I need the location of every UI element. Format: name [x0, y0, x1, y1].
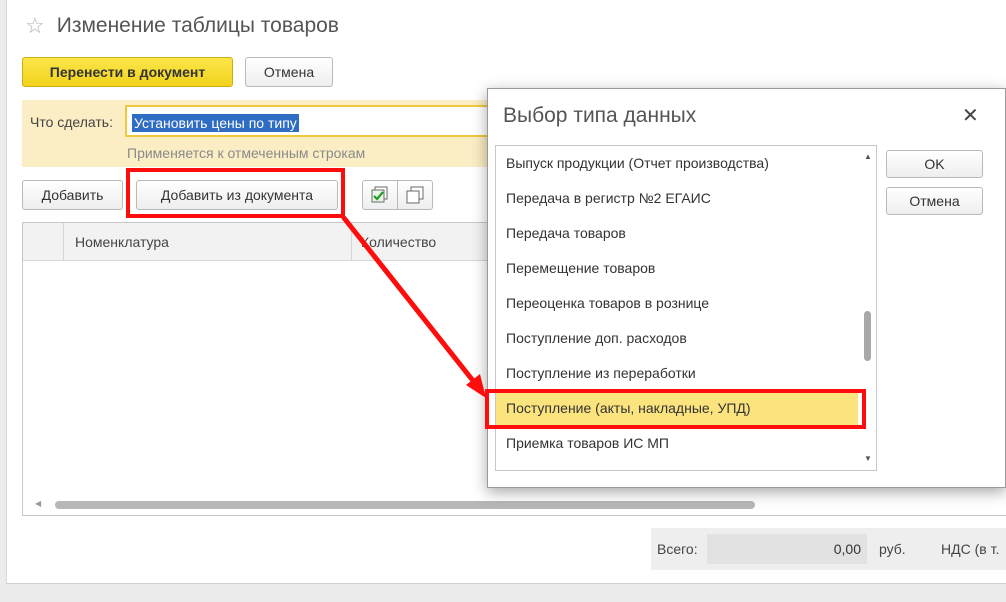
column-nomenclature[interactable]: Номенклатура: [75, 234, 169, 250]
action-hint: Применяется к отмеченным строкам: [127, 145, 366, 161]
action-select[interactable]: Установить цены по типу: [125, 105, 495, 137]
list-item[interactable]: Выпуск продукции (Отчет производства): [496, 146, 858, 181]
list-item[interactable]: Перемещение товаров: [496, 251, 858, 286]
horizontal-scrollbar[interactable]: ◀: [31, 499, 1001, 510]
list-item[interactable]: Переоценка товаров в рознице: [496, 286, 858, 321]
window-title: Изменение таблицы товаров: [56, 14, 339, 37]
totals-label: Всего:: [657, 541, 698, 557]
list-item[interactable]: Поступление из переработки: [496, 356, 858, 391]
scroll-up-icon[interactable]: ▲: [864, 152, 872, 161]
totals-field: 0,00: [707, 534, 867, 564]
data-type-dialog: Выбор типа данных ✕ Выпуск продукции (От…: [487, 88, 1006, 488]
data-type-list[interactable]: Выпуск продукции (Отчет производства) Пе…: [495, 145, 877, 471]
totals-vat-label: НДС (в т.: [941, 541, 1000, 557]
action-value: Установить цены по типу: [132, 114, 299, 132]
scroll-left-icon[interactable]: ◀: [35, 499, 41, 508]
totals-bar: Всего: 0,00 руб. НДС (в т.: [651, 528, 1006, 570]
list-item[interactable]: Приемка товаров ИС МП: [496, 426, 858, 461]
cancel-button[interactable]: Отмена: [245, 57, 333, 87]
totals-value: 0,00: [833, 541, 861, 557]
vertical-scroll-thumb[interactable]: [864, 311, 871, 361]
dialog-cancel-button[interactable]: Отмена: [886, 187, 983, 215]
check-all-button[interactable]: [362, 180, 398, 210]
copy-icon: [406, 186, 424, 204]
list-item[interactable]: Поступление доп. расходов: [496, 321, 858, 356]
horizontal-scroll-thumb[interactable]: [55, 501, 755, 509]
uncheck-all-button[interactable]: [397, 180, 433, 210]
add-button[interactable]: Добавить: [22, 180, 123, 210]
dialog-title: Выбор типа данных: [503, 104, 697, 127]
list-item[interactable]: Передача в регистр №2 ЕГАИС: [496, 181, 858, 216]
window-header: ☆ Изменение таблицы товаров: [25, 14, 339, 38]
vertical-scrollbar[interactable]: ▲ ▼: [859, 146, 876, 470]
scroll-down-icon[interactable]: ▼: [864, 454, 872, 463]
column-divider: [351, 223, 352, 261]
check-all-icon: [371, 186, 388, 203]
totals-currency: руб.: [879, 541, 906, 557]
dialog-ok-button[interactable]: OK: [886, 150, 983, 178]
list-item-selected[interactable]: Поступление (акты, накладные, УПД): [496, 391, 858, 426]
column-quantity[interactable]: Количество: [361, 234, 436, 250]
column-check[interactable]: [23, 223, 64, 261]
list-item[interactable]: Передача товаров: [496, 216, 858, 251]
transfer-to-document-button[interactable]: Перенести в документ: [22, 57, 233, 87]
close-icon[interactable]: ✕: [962, 103, 979, 128]
star-icon[interactable]: ☆: [25, 15, 45, 37]
add-from-document-button[interactable]: Добавить из документа: [136, 180, 338, 210]
action-label: Что сделать:: [30, 114, 113, 130]
